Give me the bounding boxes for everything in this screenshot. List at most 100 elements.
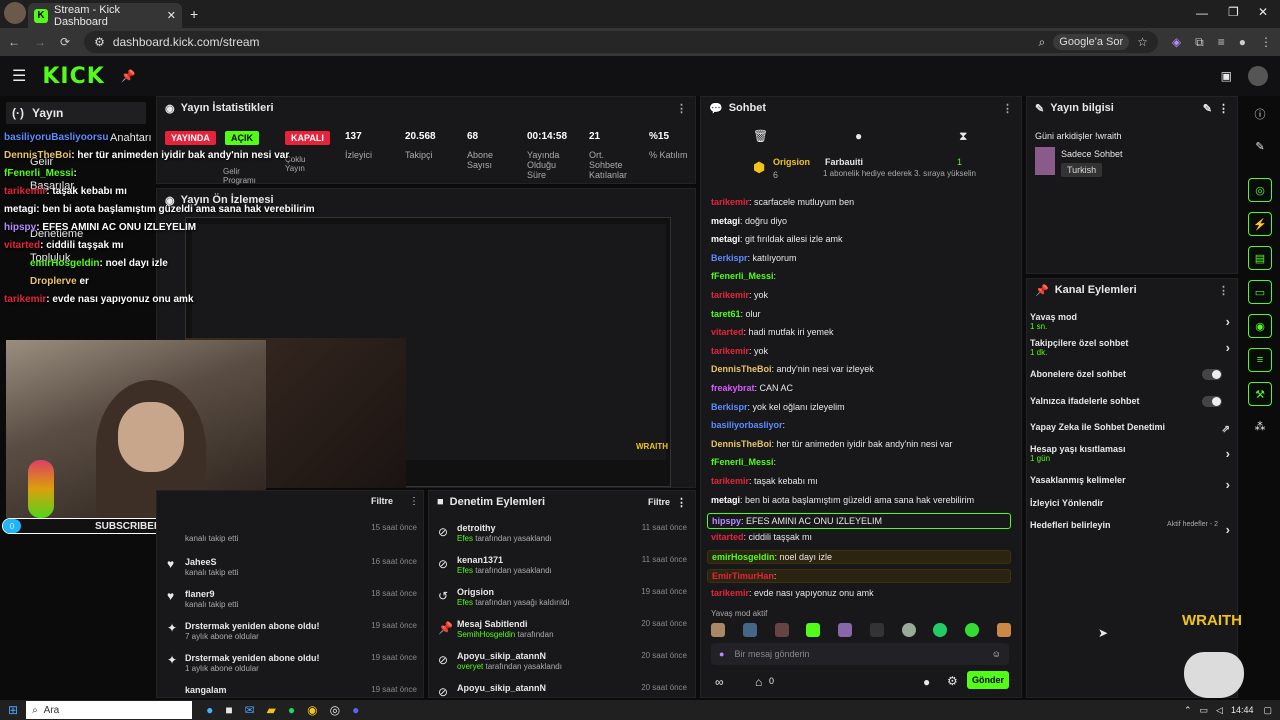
action-account-age[interactable]: Hesap yaşı kısıtlaması 1 gün › [1030, 444, 1230, 463]
forward-icon[interactable]: → [34, 35, 46, 49]
chat-gift-icon[interactable]: ⌂ [755, 675, 762, 689]
spotify-icon[interactable]: ● [288, 703, 295, 717]
chat-username[interactable]: DennisTheBoi [711, 364, 772, 374]
camera-icon[interactable]: ◎ [1248, 178, 1272, 202]
chat-settings-icon[interactable]: ⚙ [947, 674, 958, 688]
chat-username[interactable]: tarikemir [711, 588, 749, 598]
chat-username[interactable]: tarikemir [711, 476, 749, 486]
emote-icon[interactable] [711, 623, 725, 637]
broadcast-icon[interactable]: ◉ [1248, 314, 1272, 338]
emote-icon[interactable] [742, 623, 757, 637]
chat-more-icon[interactable]: ● [923, 675, 930, 689]
chat-username[interactable]: metagi [711, 234, 740, 244]
chat-username[interactable]: Berkispr [711, 253, 748, 263]
action-followers-only[interactable]: Takipçilere özel sohbet 1 dk. › [1030, 338, 1230, 357]
new-tab-icon[interactable]: + [190, 6, 198, 22]
mail-icon[interactable]: ✉ [245, 703, 255, 717]
emote-icon[interactable] [933, 623, 948, 637]
browser-tab[interactable]: K Stream - Kick Dashboard ✕ [28, 3, 182, 28]
chat-username[interactable]: vitarted [711, 532, 744, 542]
stream-info-menu-icon[interactable]: ⋮ [1218, 102, 1229, 115]
stats-menu-icon[interactable]: ⋮ [676, 102, 687, 115]
channel-actions-menu-icon[interactable]: ⋮ [1218, 284, 1229, 297]
notification-icon[interactable]: ▢ [1263, 705, 1272, 716]
google-ask-button[interactable]: Google'a Sor [1053, 34, 1130, 50]
mic-icon[interactable]: ● [719, 649, 724, 659]
moderation-filter-button[interactable]: Filtre [648, 497, 670, 507]
chat-username[interactable]: fFenerli_Messi [711, 271, 774, 281]
url-field[interactable]: ⚙ dashboard.kick.com/stream ⌕ Google'a S… [84, 31, 1158, 53]
chat-username[interactable]: vitarted [711, 327, 744, 337]
kick-logo[interactable]: KICK [42, 64, 104, 89]
send-button[interactable]: Gönder [967, 671, 1009, 689]
edge-icon[interactable]: ● [206, 703, 213, 717]
network-icon[interactable]: ▭ [1200, 705, 1209, 716]
action-subscribers-only[interactable]: Abonelere özel sohbet [1030, 369, 1230, 380]
back-icon[interactable]: ← [8, 35, 20, 49]
lightning-icon[interactable]: ⚡ [1248, 212, 1272, 236]
user-avatar[interactable] [1248, 66, 1268, 86]
emote-icon[interactable] [965, 623, 980, 637]
pin-icon[interactable]: 📌 [121, 69, 136, 83]
extensions-puzzle-icon[interactable]: ⧉ [1195, 35, 1204, 50]
trash-icon[interactable]: 🗑 [753, 129, 768, 143]
reload-icon[interactable]: ⟳ [60, 35, 70, 49]
minimize-icon[interactable]: — [1196, 6, 1208, 20]
chat-icon[interactable]: ▭ [1248, 280, 1272, 304]
emote-icon[interactable] [996, 623, 1011, 637]
stream-mode-icon[interactable]: ▣ [1221, 69, 1232, 83]
chat-username[interactable]: metagi [711, 495, 740, 505]
action-goals[interactable]: Hedefleri belirleyin Aktif hedefler - 2 › [1030, 520, 1230, 537]
chat-username[interactable]: hipspy [712, 516, 741, 526]
windows-start-icon[interactable]: ⊞ [8, 703, 18, 717]
chat-username[interactable]: DennisTheBoi [711, 439, 772, 449]
discord-icon[interactable]: ● [352, 703, 359, 717]
moderation-menu-icon[interactable]: ⋮ [676, 496, 687, 509]
document-icon[interactable]: ▤ [1248, 246, 1272, 270]
chat-username[interactable]: Berkispr [711, 402, 748, 412]
chat-username[interactable]: emirHosgeldin [712, 552, 775, 562]
taskbar-search[interactable]: ⌕ Ara [26, 701, 193, 719]
chat-users-icon[interactable]: ∞ [715, 675, 724, 689]
volume-icon[interactable]: ◁ [1216, 705, 1223, 716]
chat-username[interactable]: basiliyorbasliyor [711, 420, 783, 430]
emoji-icon[interactable]: ☺ [992, 649, 1001, 659]
activity-filter-button[interactable]: Filtre [371, 496, 393, 506]
extension-icon[interactable]: ◈ [1172, 35, 1181, 49]
close-tab-icon[interactable]: ✕ [167, 9, 176, 22]
edit-icon[interactable]: ✎ [1203, 102, 1212, 115]
action-raid[interactable]: İzleyici Yönlendir [1030, 498, 1230, 508]
media-icon[interactable]: ≡ [1218, 35, 1225, 49]
clock[interactable]: 14:44 [1231, 705, 1254, 715]
hamburger-menu-icon[interactable]: ☰ [12, 66, 26, 86]
chrome-icon[interactable]: ◉ [307, 703, 317, 717]
store-icon[interactable]: ■ [225, 703, 232, 717]
zoom-icon[interactable]: ⌕ [1039, 35, 1046, 50]
browser-menu-icon[interactable]: ⋮ [1260, 35, 1272, 49]
emote-icon[interactable] [774, 623, 789, 637]
chat-menu-icon[interactable]: ⋮ [1002, 102, 1013, 115]
action-ai-moderation[interactable]: Yapay Zeka ile Sohbet Denetimi ⇗ [1030, 422, 1230, 435]
info-icon[interactable]: ⓘ [1248, 102, 1272, 126]
folder-icon[interactable]: ▰ [267, 703, 276, 717]
nav-item-stream[interactable]: (·) Yayın [6, 102, 146, 124]
bookmark-star-icon[interactable]: ☆ [1137, 35, 1148, 49]
add-widget-icon[interactable]: ⁂ [1248, 414, 1272, 438]
edit-pencil-icon[interactable]: ✎ [1248, 134, 1272, 158]
emote-icon[interactable] [901, 623, 916, 637]
action-banned-words[interactable]: Yasaklanmış kelimeler › [1030, 475, 1230, 492]
stack-icon[interactable]: ≡ [1248, 348, 1272, 372]
activity-menu-icon[interactable]: ⋮ [409, 496, 419, 507]
chat-username[interactable]: EmirTimurHan [712, 571, 774, 581]
chat-username[interactable]: tarikemir [711, 346, 749, 356]
chat-input[interactable]: ● Bir mesaj gönderin ☺ [711, 643, 1009, 665]
wrench-icon[interactable]: ⚒ [1248, 382, 1272, 406]
chat-bubble-icon[interactable]: ● [855, 129, 862, 143]
action-slow-mode[interactable]: Yavaş mod 1 sn. › [1030, 312, 1230, 331]
action-emotes-only[interactable]: Yalnızca ifadelerle sohbet [1030, 396, 1230, 407]
profile-avatar[interactable] [4, 2, 26, 24]
tray-arrow-icon[interactable]: ⌃ [1184, 705, 1192, 716]
maximize-icon[interactable]: ❐ [1228, 5, 1239, 19]
chat-username[interactable]: taret61 [711, 309, 741, 319]
chat-username[interactable]: fFenerli_Messi [711, 457, 774, 467]
